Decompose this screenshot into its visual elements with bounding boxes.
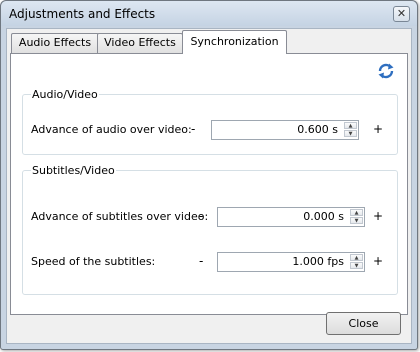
- spin-up-arrow-icon[interactable]: ▲: [350, 209, 363, 216]
- tab-video-effects[interactable]: Video Effects: [97, 33, 183, 53]
- spin-up-arrow-icon[interactable]: ▲: [344, 122, 357, 129]
- subtitle-advance-spin-buttons: ▲ ▼: [350, 209, 363, 225]
- subtitles-video-group-title: Subtitles/Video: [31, 164, 116, 177]
- dialog-body: Audio Effects Video Effects Synchronizat…: [6, 28, 412, 344]
- spin-down-arrow-icon[interactable]: ▼: [344, 130, 357, 137]
- subtitle-advance-increase[interactable]: +: [373, 209, 383, 223]
- spin-down-arrow-icon[interactable]: ▼: [350, 217, 363, 224]
- subtitle-speed-decrease[interactable]: -: [199, 254, 203, 268]
- subtitle-speed-spin-buttons: ▲ ▼: [350, 254, 363, 270]
- window-close-button[interactable]: ✕: [393, 6, 410, 22]
- dialog-window: Adjustments and Effects ✕ Audio Effects …: [0, 0, 418, 350]
- subtitle-advance-decrease[interactable]: -: [199, 209, 203, 223]
- title-bar[interactable]: Adjustments and Effects ✕: [1, 1, 417, 26]
- close-button[interactable]: Close: [326, 312, 401, 335]
- subtitle-advance-value[interactable]: 0.000 s: [303, 210, 344, 223]
- subtitle-speed-label: Speed of the subtitles:: [31, 255, 156, 268]
- spin-up-arrow-icon[interactable]: ▲: [350, 254, 363, 261]
- tab-audio-effects[interactable]: Audio Effects: [11, 33, 99, 53]
- tab-synchronization[interactable]: Synchronization: [182, 30, 287, 54]
- audio-advance-spinbox[interactable]: 0.600 s ▲ ▼: [211, 120, 359, 140]
- audio-video-group: Audio/Video Advance of audio over video:…: [22, 88, 398, 155]
- subtitle-speed-increase[interactable]: +: [373, 254, 383, 268]
- audio-advance-spin-buttons: ▲ ▼: [344, 122, 357, 138]
- audio-advance-decrease[interactable]: -: [191, 122, 195, 136]
- subtitles-video-group: Subtitles/Video Advance of subtitles ove…: [22, 164, 398, 295]
- subtitle-advance-label: Advance of subtitles over video:: [31, 210, 209, 223]
- subtitle-speed-value[interactable]: 1.000 fps: [292, 255, 344, 268]
- subtitle-speed-spinbox[interactable]: 1.000 fps ▲ ▼: [217, 252, 365, 272]
- audio-video-group-title: Audio/Video: [31, 88, 99, 101]
- spin-down-arrow-icon[interactable]: ▼: [350, 262, 363, 269]
- window-title: Adjustments and Effects: [9, 7, 156, 21]
- subtitle-advance-spinbox[interactable]: 0.000 s ▲ ▼: [217, 207, 365, 227]
- audio-advance-increase[interactable]: +: [373, 122, 383, 136]
- audio-advance-label: Advance of audio over video:: [31, 123, 192, 136]
- audio-advance-value[interactable]: 0.600 s: [297, 123, 338, 136]
- synchronization-panel: Audio/Video Advance of audio over video:…: [10, 53, 408, 315]
- refresh-icon[interactable]: [377, 62, 395, 80]
